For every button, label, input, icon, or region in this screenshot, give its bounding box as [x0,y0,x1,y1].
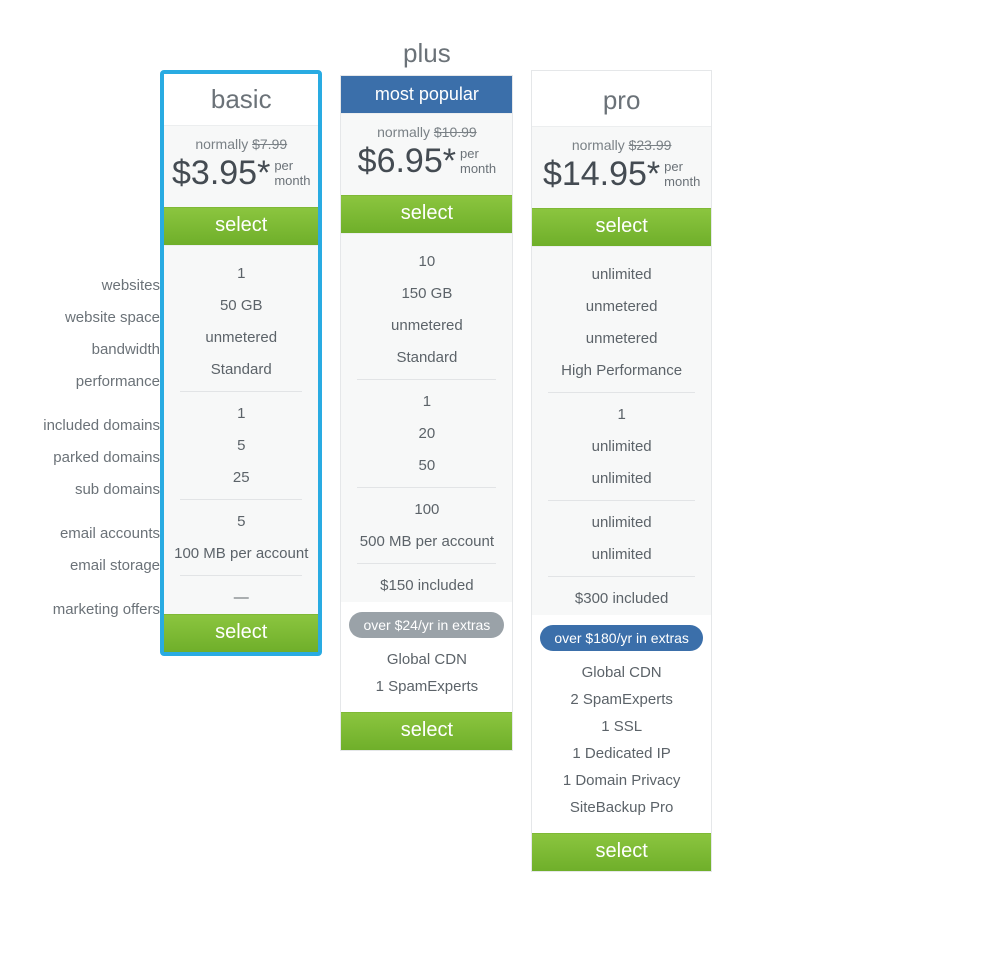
plan-basic-price-block: normally $7.99 $3.95* permonth [164,125,318,207]
plan-plus-column: plus most popular normally $10.99 $6.95*… [340,30,513,751]
label-bandwidth: bandwidth [10,334,160,366]
pro-extra-4: 1 Domain Privacy [540,767,703,794]
basic-marketing-offers: — [164,582,318,614]
label-parked-domains: parked domains [10,442,160,474]
plan-pro: pro normally $23.99 $14.95* permonth sel… [531,70,712,872]
plus-parked-domains: 20 [341,418,512,450]
per-month-label: permonth [664,160,700,189]
plan-plus-normal-price: $10.99 [434,124,477,140]
plus-bandwidth: unmetered [341,310,512,342]
plan-plus-extras-pill: over $24/yr in extras [349,612,504,638]
plan-pro-features: unlimited unmetered unmetered High Perfo… [532,246,711,615]
basic-parked-domains: 5 [164,430,318,462]
pro-email-storage: unlimited [532,539,711,571]
pro-extra-5: SiteBackup Pro [540,794,703,821]
pro-sub-domains: unlimited [532,463,711,495]
plan-pro-price: $14.95* [543,155,660,194]
plan-basic-select-bottom[interactable]: select [164,614,318,652]
plan-basic-price: $3.95* [172,154,270,193]
label-website-space: website space [10,302,160,334]
plus-email-storage: 500 MB per account [341,526,512,558]
plan-plus-price: $6.95* [358,142,456,181]
plan-pro-normal-price: $23.99 [629,137,672,153]
plans-row: basic normally $7.99 $3.95* permonth sel… [160,30,970,872]
label-websites: websites [10,270,160,302]
plan-basic-features: 1 50 GB unmetered Standard 1 5 25 5 100 … [164,245,318,614]
plus-website-space: 150 GB [341,278,512,310]
label-email-storage: email storage [10,550,160,582]
basic-email-accounts: 5 [164,506,318,538]
label-marketing-offers: marketing offers [10,594,160,626]
basic-sub-domains: 25 [164,462,318,494]
pro-bandwidth: unmetered [532,323,711,355]
basic-bandwidth: unmetered [164,322,318,354]
basic-website-space: 50 GB [164,290,318,322]
label-performance: performance [10,366,160,398]
basic-email-storage: 100 MB per account [164,538,318,570]
basic-included-domains: 1 [164,398,318,430]
plan-plus-features: 10 150 GB unmetered Standard 1 20 50 100… [341,233,512,602]
plus-marketing-offers: $150 included [341,570,512,602]
pro-parked-domains: unlimited [532,431,711,463]
pro-website-space: unmetered [532,291,711,323]
plan-pro-extras: over $180/yr in extras Global CDN 2 Spam… [532,615,711,833]
plan-plus-select-bottom[interactable]: select [341,712,512,750]
per-month-label: permonth [460,147,496,176]
plan-pro-select-top[interactable]: select [532,208,711,246]
plus-extra-1: 1 SpamExperts [349,673,504,700]
plan-plus: most popular normally $10.99 $6.95* perm… [340,75,513,751]
pro-performance: High Performance [532,355,711,387]
pro-extra-1: 2 SpamExperts [540,686,703,713]
pro-extra-2: 1 SSL [540,713,703,740]
plan-basic-normally: normally $7.99 [172,136,310,152]
pro-included-domains: 1 [532,399,711,431]
plan-basic-title: basic [164,74,318,125]
plan-basic-select-top[interactable]: select [164,207,318,245]
plus-email-accounts: 100 [341,494,512,526]
plan-plus-title: plus [340,30,513,75]
plan-plus-price-block: normally $10.99 $6.95* permonth [341,113,512,195]
per-month-label: permonth [274,159,310,188]
pro-extra-0: Global CDN [540,659,703,686]
basic-websites: 1 [164,258,318,290]
normally-prefix: normally [572,137,629,153]
plan-pro-select-bottom[interactable]: select [532,833,711,871]
label-sub-domains: sub domains [10,474,160,506]
feature-labels-column: websites website space bandwidth perform… [10,30,160,626]
plan-pro-normally: normally $23.99 [540,137,703,153]
plan-plus-badge: most popular [341,76,512,113]
plus-included-domains: 1 [341,386,512,418]
basic-performance: Standard [164,354,318,386]
pro-marketing-offers: $300 included [532,583,711,615]
plus-performance: Standard [341,342,512,374]
plus-websites: 10 [341,246,512,278]
plan-basic-normal-price: $7.99 [252,136,287,152]
plus-extra-0: Global CDN [349,646,504,673]
plan-plus-select-top[interactable]: select [341,195,512,233]
plan-pro-price-block: normally $23.99 $14.95* permonth [532,126,711,208]
pricing-grid: websites website space bandwidth perform… [10,30,970,872]
plan-pro-column: pro normally $23.99 $14.95* permonth sel… [531,30,712,872]
plan-plus-extras: over $24/yr in extras Global CDN 1 SpamE… [341,602,512,712]
plan-plus-normally: normally $10.99 [349,124,504,140]
plan-pro-title: pro [532,71,711,126]
label-included-domains: included domains [10,410,160,442]
plan-basic-column: basic normally $7.99 $3.95* permonth sel… [160,30,322,656]
pro-websites: unlimited [532,259,711,291]
normally-prefix: normally [195,136,252,152]
normally-prefix: normally [377,124,434,140]
plan-basic: basic normally $7.99 $3.95* permonth sel… [160,70,322,656]
plus-sub-domains: 50 [341,450,512,482]
pro-email-accounts: unlimited [532,507,711,539]
plan-pro-extras-pill: over $180/yr in extras [540,625,703,651]
pro-extra-3: 1 Dedicated IP [540,740,703,767]
label-email-accounts: email accounts [10,518,160,550]
